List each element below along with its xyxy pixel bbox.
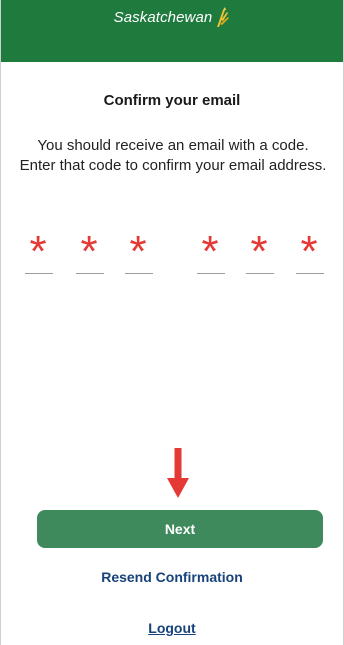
code-digit-4-value: * (201, 227, 219, 276)
code-digit-2-value: * (80, 227, 98, 276)
app-header: Saskatchewan (1, 0, 343, 62)
code-digit-6-underline (296, 273, 324, 274)
down-arrow-icon (167, 448, 189, 498)
code-digit-5-underline (246, 273, 274, 274)
confirm-email-screen: Saskatchewan Confirm your email You shou… (0, 0, 344, 645)
code-digit-3-underline (125, 273, 153, 274)
code-digit-5[interactable]: * (244, 230, 274, 282)
brand-name: Saskatchewan (113, 8, 213, 26)
code-digit-2-underline (76, 273, 104, 274)
code-digit-1-underline (25, 273, 53, 274)
code-digit-1[interactable]: * (23, 230, 53, 282)
code-digit-5-value: * (250, 227, 268, 276)
instructions-text: You should receive an email with a code.… (19, 137, 327, 174)
code-digit-6[interactable]: * (294, 230, 324, 282)
code-digit-6-value: * (300, 227, 318, 276)
code-digit-1-value: * (29, 227, 47, 276)
wheat-icon (217, 7, 230, 27)
code-digit-2[interactable]: * (74, 230, 104, 282)
resend-confirmation-link[interactable]: Resend Confirmation (1, 569, 343, 585)
code-digit-4-underline (197, 273, 225, 274)
code-digit-4[interactable]: * (195, 230, 225, 282)
page-title: Confirm your email (103, 92, 241, 109)
next-button[interactable]: Next (37, 510, 323, 548)
code-digit-3-value: * (129, 227, 147, 276)
code-digit-3[interactable]: * (123, 230, 153, 282)
logout-link[interactable]: Logout (1, 620, 343, 636)
brand: Saskatchewan (114, 6, 231, 28)
